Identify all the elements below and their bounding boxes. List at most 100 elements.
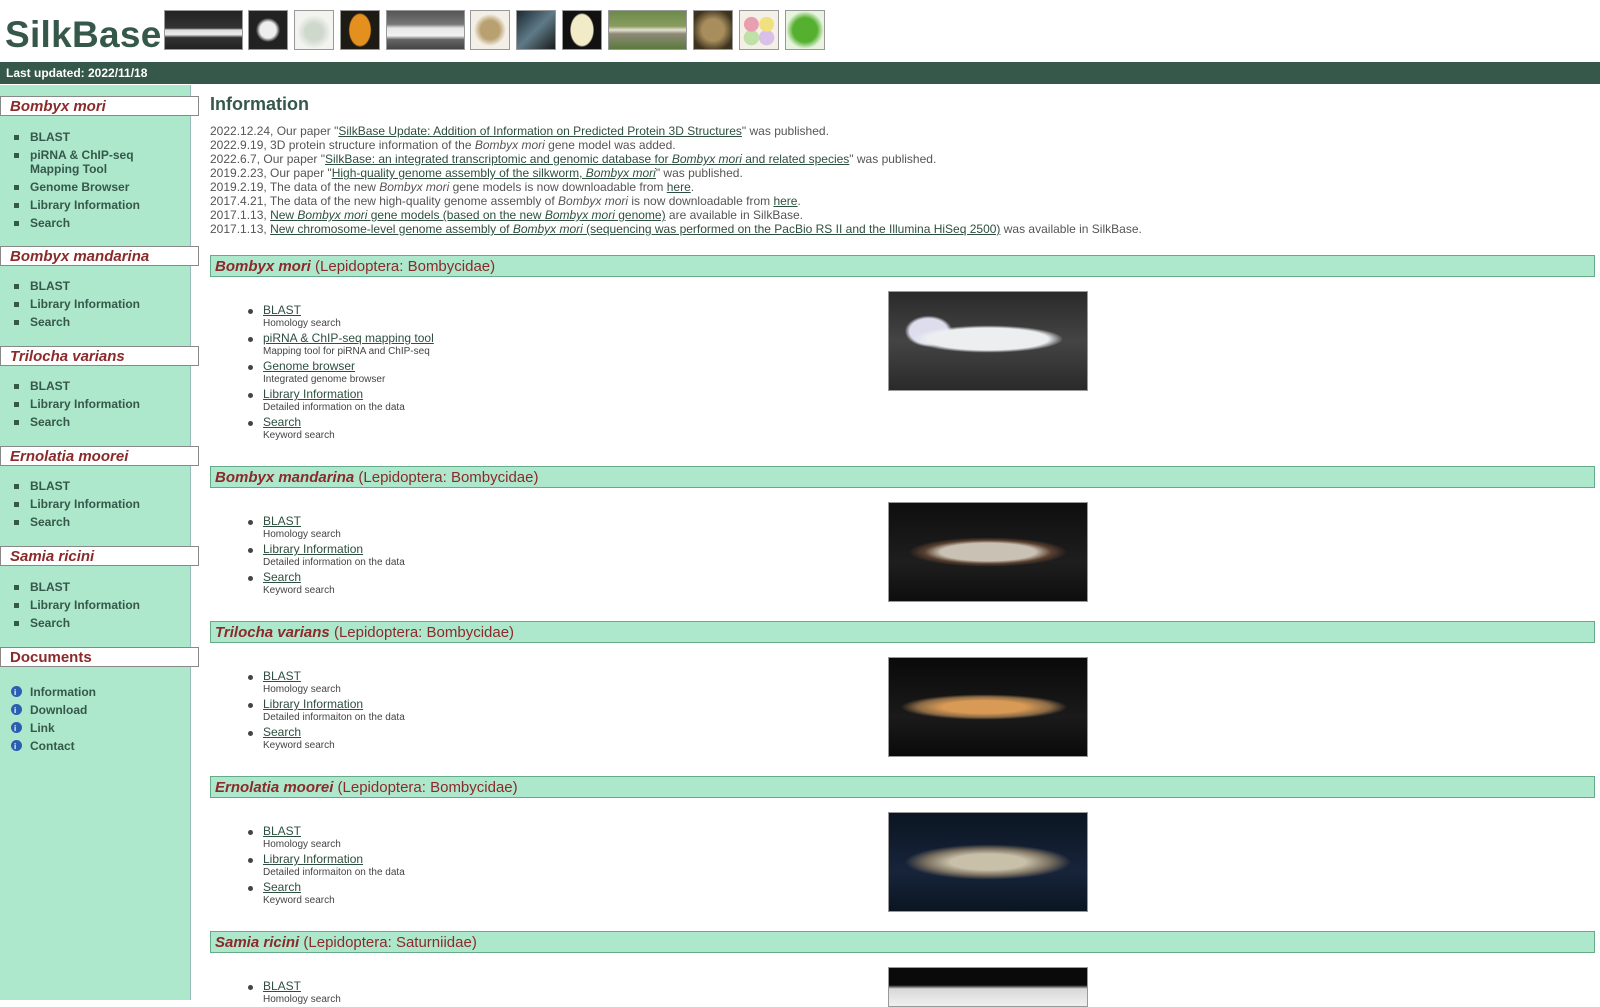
sidebar-item-genome-browser[interactable]: Genome Browser: [14, 180, 150, 194]
tool-link-search[interactable]: Search: [263, 570, 405, 584]
sidebar-item-download[interactable]: i Download: [11, 703, 96, 717]
cocoon-cream-thumb[interactable]: [562, 10, 602, 50]
sidebar-list-documents: i Information i Download i Link i Contact: [11, 685, 96, 757]
larva-leaf-thumb[interactable]: [608, 10, 687, 50]
larva-white-2-thumb[interactable]: [386, 10, 465, 50]
news-link[interactable]: New chromosome-level genome assembly of …: [270, 222, 1000, 236]
cocoon-orange-thumb[interactable]: [340, 10, 380, 50]
sidebar-item-search[interactable]: Search: [13, 616, 140, 630]
cocoons-colored-thumb[interactable]: [739, 10, 779, 50]
sidebar-item-blast[interactable]: BLAST: [13, 479, 140, 493]
tool-item: Library Information Detailed informaiton …: [248, 697, 405, 723]
tool-item: BLAST Homology search: [248, 669, 405, 697]
sidebar-heading-trilocha-varians: Trilocha varians: [0, 346, 199, 366]
tool-link-search[interactable]: Search: [263, 415, 434, 429]
header: SilkBase: [0, 0, 1600, 60]
section-heading-trilocha-varians: Trilocha varians (Lepidoptera: Bombycida…: [210, 621, 1595, 643]
tool-link-genome-browser[interactable]: Genome browser: [263, 359, 434, 373]
info-icon: i: [14, 688, 17, 697]
tool-link-library-information[interactable]: Library Information: [263, 697, 405, 711]
news-link[interactable]: High-quality genome assembly of the silk…: [332, 166, 656, 180]
tool-item: Library Information Detailed information …: [248, 387, 434, 415]
news-item: 2017.1.13, New chromosome-level genome a…: [210, 222, 1142, 236]
sidebar-item-link[interactable]: i Link: [11, 721, 96, 735]
site-logo[interactable]: SilkBase: [5, 14, 162, 56]
tool-link-pirna[interactable]: piRNA & ChIP-seq mapping tool: [263, 331, 434, 345]
moth-pale-thumb[interactable]: [294, 10, 334, 50]
sidebar-item-label: Link: [30, 721, 55, 735]
sidebar-heading-documents: Documents: [0, 647, 199, 667]
tool-item: Genome browser Integrated genome browser: [248, 359, 434, 387]
tool-link-blast[interactable]: BLAST: [263, 303, 434, 317]
sidebar-item-library-information[interactable]: Library Information: [14, 198, 150, 212]
sidebar-list-trilocha-varians: BLAST Library Information Search: [13, 379, 140, 433]
larva-white-thumb[interactable]: [164, 10, 243, 50]
tool-item: Library Information Detailed information …: [248, 542, 405, 568]
sidebar-item-library-information[interactable]: Library Information: [13, 297, 140, 311]
info-icon: i: [14, 742, 17, 751]
sidebar-heading-bombyx-mandarina: Bombyx mandarina: [0, 246, 199, 266]
tool-link-blast[interactable]: BLAST: [263, 979, 341, 993]
section-heading-samia-ricini: Samia ricini (Lepidoptera: Saturniidae): [210, 931, 1595, 953]
tool-link-blast[interactable]: BLAST: [263, 514, 405, 528]
last-updated-bar: Last updated: 2022/11/18: [0, 62, 1600, 84]
sidebar-item-search[interactable]: Search: [13, 515, 140, 529]
news-link[interactable]: New Bombyx mori gene models (based on th…: [270, 208, 666, 222]
tool-link-blast[interactable]: BLAST: [263, 824, 405, 838]
news-item: 2017.4.21, The data of the new high-qual…: [210, 194, 801, 208]
sidebar-list-bombyx-mori: BLAST piRNA & ChIP-seq Mapping Tool Geno…: [14, 130, 150, 234]
sidebar-item-library-information[interactable]: Library Information: [13, 397, 140, 411]
leaf-thumb[interactable]: [785, 10, 825, 50]
sidebar-item-pirna-mapping[interactable]: piRNA & ChIP-seq Mapping Tool: [14, 148, 150, 176]
news-link[interactable]: SilkBase Update: Addition of Information…: [338, 124, 742, 138]
tool-item: BLAST Homology search: [248, 514, 405, 542]
info-icon: i: [14, 724, 17, 733]
tool-link-search[interactable]: Search: [263, 880, 405, 894]
tool-link-library-information[interactable]: Library Information: [263, 542, 405, 556]
tool-list-ernolatia-moorei: BLAST Homology search Library Information…: [248, 824, 405, 908]
news-item: 2019.2.23, Our paper "High-quality genom…: [210, 166, 743, 180]
tool-link-library-information[interactable]: Library Information: [263, 387, 434, 401]
sidebar-heading-ernolatia-moorei: Ernolatia moorei: [0, 446, 199, 466]
sidebar-item-contact[interactable]: i Contact: [11, 739, 96, 753]
moth-silhouette-thumb[interactable]: [248, 10, 288, 50]
hand-thumb[interactable]: [516, 10, 556, 50]
sidebar-item-library-information[interactable]: Library Information: [13, 497, 140, 511]
sidebar-item-search[interactable]: Search: [13, 315, 140, 329]
news-link[interactable]: SilkBase: an integrated transcriptomic a…: [325, 152, 849, 166]
section-heading-bombyx-mandarina: Bombyx mandarina (Lepidoptera: Bombycida…: [210, 466, 1595, 488]
sidebar-item-blast[interactable]: BLAST: [14, 130, 150, 144]
sidebar-item-search[interactable]: Search: [13, 415, 140, 429]
sidebar-item-search[interactable]: Search: [14, 216, 150, 230]
tool-item: piRNA & ChIP-seq mapping tool Mapping too…: [248, 331, 434, 357]
tool-item: Library Information Detailed informaiton …: [248, 852, 405, 878]
tool-item: BLAST Homology search: [248, 824, 405, 852]
tool-item: Search Keyword search: [248, 880, 405, 908]
sidebar-item-information[interactable]: i Information: [11, 685, 96, 699]
sidebar-list-ernolatia-moorei: BLAST Library Information Search: [13, 479, 140, 533]
sidebar-item-blast[interactable]: BLAST: [13, 580, 140, 594]
sidebar-item-library-information[interactable]: Library Information: [13, 598, 140, 612]
sidebar-item-blast[interactable]: BLAST: [13, 379, 140, 393]
news-item: 2022.12.24, Our paper "SilkBase Update: …: [210, 124, 829, 138]
bombyx-mandarina-photo: [888, 502, 1088, 602]
sidebar-background: [0, 775, 191, 1000]
news-item: 2017.1.13, New Bombyx mori gene models (…: [210, 208, 804, 222]
tool-link-blast[interactable]: BLAST: [263, 669, 405, 683]
sidebar-heading-bombyx-mori: Bombyx mori: [0, 96, 199, 116]
tool-item: BLAST Homology search: [248, 979, 341, 1005]
tool-list-trilocha-varians: BLAST Homology search Library Information…: [248, 669, 405, 753]
news-link[interactable]: here: [667, 180, 691, 194]
tool-item: BLAST Homology search: [248, 303, 434, 331]
moth-brown-thumb[interactable]: [470, 10, 510, 50]
news-link[interactable]: here: [773, 194, 797, 208]
sidebar-heading-samia-ricini: Samia ricini: [0, 546, 199, 566]
sidebar-item-label: Contact: [30, 739, 75, 753]
moss-thumb[interactable]: [693, 10, 733, 50]
sidebar-item-blast[interactable]: BLAST: [13, 279, 140, 293]
info-icon: i: [14, 706, 17, 715]
tool-link-search[interactable]: Search: [263, 725, 405, 739]
tool-link-library-information[interactable]: Library Information: [263, 852, 405, 866]
sidebar-item-label: Information: [30, 685, 96, 699]
news-item: 2022.6.7, Our paper "SilkBase: an integr…: [210, 152, 937, 166]
